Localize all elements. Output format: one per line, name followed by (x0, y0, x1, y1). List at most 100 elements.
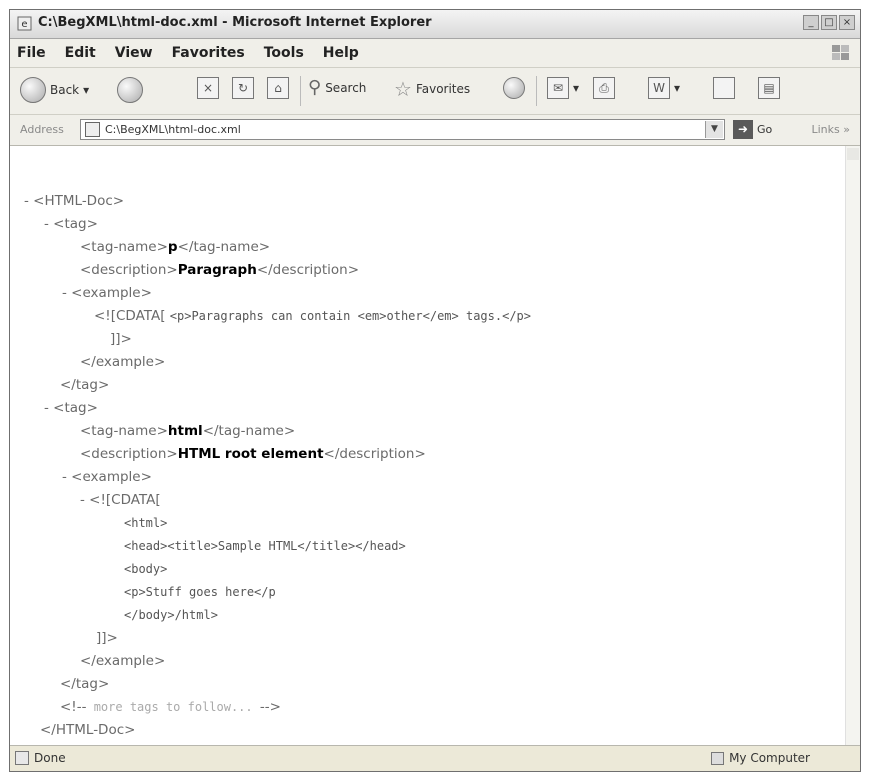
address-dropdown-icon[interactable]: ▼ (705, 121, 723, 138)
menu-edit[interactable]: Edit (65, 45, 96, 61)
favorites-button[interactable]: ☆ Favorites (394, 77, 470, 101)
xml-value: p (167, 239, 178, 255)
xml-markup: </HTML-Doc> (40, 722, 136, 738)
maximize-button[interactable]: □ (821, 15, 837, 30)
scroll-up-icon[interactable] (847, 148, 859, 160)
menu-bar: File Edit View Favorites Tools Help (10, 39, 860, 68)
links-label: Links (811, 123, 840, 136)
xml-markup: <tag-name> (80, 239, 168, 255)
windows-logo-icon (832, 45, 849, 60)
page-icon (85, 122, 100, 137)
research-button[interactable]: ▤ (758, 77, 780, 99)
search-button[interactable]: ⚲ Search (308, 77, 366, 98)
toolbar: Back ▾ × ↻ ⌂ ⚲ Search ☆ Favorites ✉ ▾ ⎙ … (10, 68, 860, 115)
xml-line[interactable]: - <![CDATA[ (80, 489, 161, 512)
xml-line: <tag-name>p</tag-name> (80, 236, 270, 259)
zone-label: My Computer (729, 751, 810, 765)
home-button[interactable]: ⌂ (267, 77, 289, 99)
xml-markup: </example> (80, 354, 166, 370)
xml-markup: <example> (71, 469, 152, 485)
minimize-button[interactable]: _ (803, 15, 819, 30)
status-text: Done (34, 751, 66, 765)
xml-markup: </tag> (60, 377, 110, 393)
xml-value: html (167, 423, 203, 439)
address-label: Address (20, 123, 64, 136)
print-icon: ⎙ (593, 77, 615, 99)
address-input[interactable]: C:\BegXML\html-doc.xml ▼ (80, 119, 725, 140)
xml-markup: <description> (80, 262, 178, 278)
xml-line: <body> (124, 558, 167, 581)
xml-markup: <!-- (60, 699, 87, 715)
menu-favorites[interactable]: Favorites (172, 45, 245, 61)
forward-button[interactable] (117, 77, 143, 103)
xml-line[interactable]: - <example> (62, 282, 152, 305)
address-bar: Address C:\BegXML\html-doc.xml ▼ ➜ Go Li… (10, 115, 860, 146)
xml-line: </tag> (60, 374, 109, 397)
history-icon (503, 77, 525, 99)
svg-text:e: e (21, 19, 27, 30)
xml-markup: </tag-name> (202, 423, 296, 439)
browser-window: e C:\BegXML\html-doc.xml - Microsoft Int… (9, 9, 861, 772)
address-value: C:\BegXML\html-doc.xml (105, 123, 241, 136)
collapse-toggle-icon: - (80, 492, 85, 508)
computer-icon (711, 751, 725, 765)
collapse-toggle-icon: - (62, 469, 67, 485)
xml-line: <description>Paragraph</description> (80, 259, 359, 282)
go-button[interactable]: ➜ Go (733, 120, 772, 139)
xml-markup: ]]> (96, 630, 118, 646)
xml-line: <description>HTML root element</descript… (80, 443, 426, 466)
search-label: Search (325, 80, 367, 95)
menu-help[interactable]: Help (323, 45, 359, 61)
xml-markup: --> (259, 699, 281, 715)
back-dropdown-icon[interactable]: ▾ (83, 83, 89, 97)
xml-markup: <description> (80, 446, 178, 462)
back-button[interactable]: Back ▾ (20, 77, 89, 103)
links-button[interactable]: Links » (812, 123, 851, 136)
research-icon: ▤ (758, 77, 780, 99)
back-arrow-icon (20, 77, 46, 103)
search-icon: ⚲ (308, 77, 322, 98)
history-button[interactable] (503, 77, 525, 99)
menu-view[interactable]: View (115, 45, 153, 61)
xml-markup: </example> (80, 653, 166, 669)
cdata-code: </body>/html> (124, 608, 218, 622)
edit-icon: W (648, 77, 670, 99)
go-arrow-icon: ➜ (733, 120, 753, 139)
refresh-button[interactable]: ↻ (232, 77, 254, 99)
xml-line: <tag-name>html</tag-name> (80, 420, 295, 443)
xml-markup: <HTML-Doc> (33, 193, 125, 209)
discuss-icon (713, 77, 735, 99)
xml-markup: </description> (323, 446, 426, 462)
xml-markup: <tag> (53, 216, 98, 232)
xml-line: </body>/html> (124, 604, 218, 627)
forward-arrow-icon (117, 77, 143, 103)
cdata-code: <head><title>Sample HTML</title></head> (124, 539, 406, 553)
xml-markup: </tag> (60, 676, 110, 692)
refresh-icon: ↻ (232, 77, 254, 99)
xml-line: </HTML-Doc> (40, 719, 135, 742)
cdata-code: <p>Stuff goes here</p (124, 585, 276, 599)
close-button[interactable]: × (839, 15, 855, 30)
xml-line[interactable]: - <tag> (44, 213, 98, 236)
xml-line[interactable]: - <tag> (44, 397, 98, 420)
xml-line: </example> (80, 351, 165, 374)
collapse-toggle-icon: - (62, 285, 67, 301)
xml-comment: more tags to follow... (86, 700, 260, 714)
edit-button[interactable]: W ▾ (648, 77, 680, 99)
xml-line[interactable]: - <HTML-Doc> (24, 190, 124, 213)
xml-markup: <tag> (53, 400, 98, 416)
xml-line: </example> (80, 650, 165, 673)
cdata-code: <body> (124, 562, 168, 576)
security-zone: My Computer (711, 751, 810, 765)
xml-line[interactable]: - <example> (62, 466, 152, 489)
menu-file[interactable]: File (17, 45, 46, 61)
print-button[interactable]: ⎙ (593, 77, 615, 99)
title-bar[interactable]: e C:\BegXML\html-doc.xml - Microsoft Int… (10, 10, 860, 39)
menu-tools[interactable]: Tools (264, 45, 304, 61)
vertical-scrollbar[interactable] (845, 146, 860, 746)
discuss-button[interactable] (713, 77, 735, 99)
stop-button[interactable]: × (197, 77, 219, 99)
cdata-code: <p>Paragraphs can contain <em>other</em>… (169, 309, 531, 323)
xml-value: Paragraph (177, 262, 257, 278)
mail-button[interactable]: ✉ ▾ (547, 77, 579, 99)
